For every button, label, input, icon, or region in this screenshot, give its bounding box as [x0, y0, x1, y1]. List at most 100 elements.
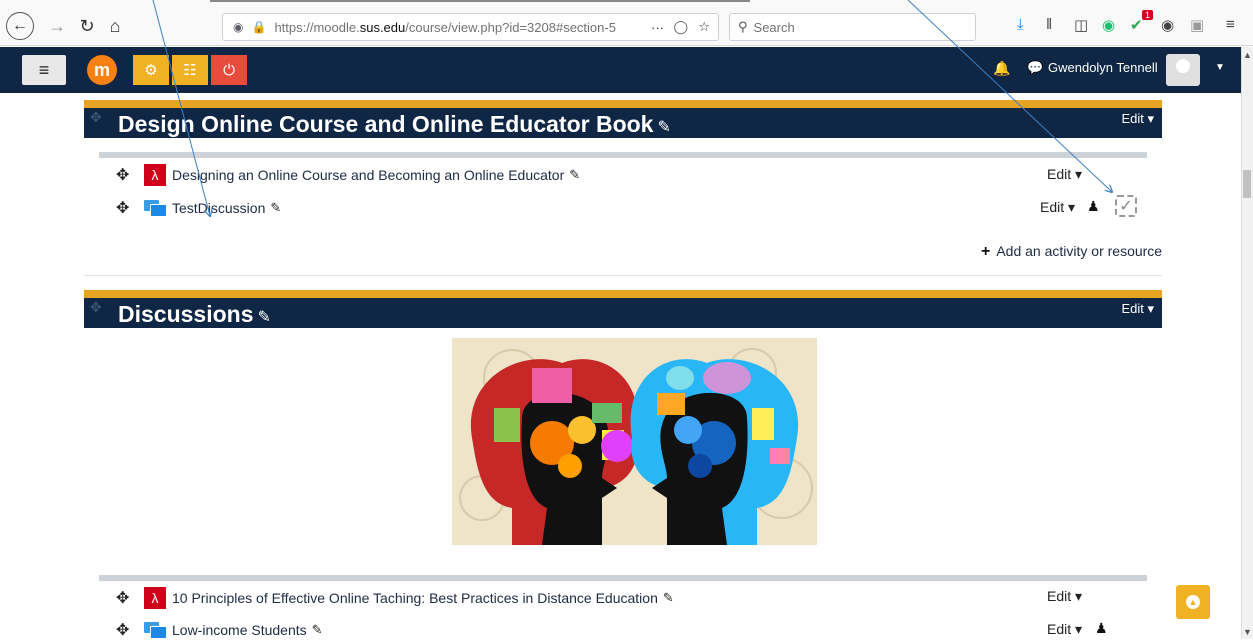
drag-handle-icon[interactable]: ✥ [90, 299, 102, 316]
edit-title-pencil-icon[interactable]: ✎ [657, 119, 670, 136]
power-icon: ⏻ [223, 61, 235, 79]
logout-button[interactable]: ⏻ [211, 55, 247, 85]
grammarly-icon[interactable]: ◉ [1102, 16, 1115, 34]
drag-handle-icon[interactable]: ✥ [90, 109, 102, 126]
url-domain: sus.edu [359, 19, 406, 35]
section-edit-menu[interactable]: Edit ▾ [1121, 301, 1154, 317]
section-title-text: Discussions [118, 301, 254, 327]
sidebar-icon[interactable]: ◫ [1074, 16, 1088, 34]
user-name[interactable]: Gwendolyn Tennell [1048, 60, 1158, 75]
activity-edit-menu[interactable]: Edit ▾ [1040, 199, 1075, 216]
page-scrollbar[interactable] [1241, 47, 1253, 639]
move-icon[interactable]: ✥ [116, 588, 136, 608]
download-icon[interactable]: ⤓ [1017, 16, 1024, 33]
activity-link[interactable]: 10 Principles of Effective Online Tachin… [172, 590, 658, 606]
edit-title-pencil-icon[interactable]: ✎ [569, 167, 580, 183]
caret-down-icon: ▾ [1147, 111, 1154, 126]
scrollbar-thumb[interactable] [1243, 170, 1251, 198]
avatar[interactable] [1166, 54, 1200, 86]
move-icon[interactable]: ✥ [116, 620, 136, 640]
edit-title-pencil-icon[interactable]: ✎ [663, 590, 674, 606]
user-menu-caret-icon[interactable]: ▼ [1215, 62, 1225, 73]
caret-down-icon: ▾ [1147, 301, 1154, 316]
move-icon[interactable]: ✥ [116, 165, 136, 185]
chevron-up-icon: ▲ [1186, 595, 1200, 609]
url-prefix: https://moodle. [274, 19, 360, 35]
move-icon[interactable]: ✥ [116, 198, 136, 218]
moodle-logo[interactable]: m [87, 55, 117, 85]
sitemap-icon: ☷ [183, 62, 197, 79]
group-mode-icon[interactable]: ♟ [1087, 198, 1100, 215]
edit-title-pencil-icon[interactable]: ✎ [270, 200, 281, 216]
account-icon[interactable]: ◉ [1161, 16, 1174, 34]
section-divider-bar [99, 575, 1147, 581]
add-activity-label: Add an activity or resource [996, 243, 1163, 259]
plus-icon: + [981, 243, 991, 260]
gears-icon: ⚙ [144, 62, 158, 79]
url-path: /course/view.php?id=3208#section-5 [405, 19, 616, 35]
activity-edit-label: Edit [1047, 166, 1072, 182]
section-edit-menu[interactable]: Edit ▾ [1121, 111, 1154, 127]
tab-strip [210, 0, 750, 6]
activity-row: ✥ λ 10 Principles of Effective Online Ta… [116, 586, 674, 610]
back-button[interactable]: ← [6, 12, 34, 40]
extension-icon[interactable]: ▣ [1190, 16, 1204, 34]
edit-title-pencil-icon[interactable]: ✎ [258, 309, 271, 326]
extension-check-icon[interactable]: ✔ [1130, 16, 1143, 34]
section-header: ✥ Discussions ✎ Edit ▾ [84, 290, 1162, 328]
drawer-toggle-button[interactable]: ≡ [22, 55, 66, 85]
url-text: https://moodle.sus.edu/course/view.php?i… [274, 20, 616, 35]
add-activity-button[interactable]: + Add an activity or resource [981, 243, 1162, 261]
search-icon: ⚲ [738, 19, 748, 34]
forum-icon [144, 198, 167, 218]
admin-tools-button[interactable]: ⚙ [133, 55, 169, 85]
activity-link[interactable]: Low-income Students [172, 622, 307, 638]
activity-edit-label: Edit [1040, 199, 1065, 215]
notifications-bell-icon[interactable]: 🔔 [993, 60, 1010, 77]
scroll-up-icon[interactable]: ▲ [1243, 50, 1252, 60]
address-bar[interactable]: ◉ 🔒 https://moodle.sus.edu/course/view.p… [222, 13, 719, 41]
messages-icon[interactable]: 💬 [1027, 60, 1043, 76]
section-edit-label: Edit [1121, 301, 1144, 316]
shield-icon[interactable]: ◉ [233, 20, 243, 34]
group-mode-icon[interactable]: ♟ [1095, 620, 1108, 637]
activity-row: ✥ Low-income Students ✎ [116, 618, 323, 642]
pocket-icon[interactable]: ◯ [673, 19, 688, 35]
library-icon[interactable]: ‖ [1046, 16, 1052, 33]
lock-icon[interactable]: 🔒 [251, 20, 266, 34]
pdf-icon: λ [144, 164, 166, 186]
search-placeholder: Search [753, 19, 795, 35]
activity-edit-menu[interactable]: Edit ▾ [1047, 166, 1082, 183]
logo-letter: m [93, 59, 110, 80]
extension-badge: 1 [1142, 10, 1154, 20]
reload-button[interactable]: ↻ [74, 13, 100, 39]
pdf-icon: λ [144, 587, 166, 609]
activity-row: ✥ TestDiscussion ✎ [116, 196, 281, 220]
browser-toolbar: ← → ↻ ⌂ ◉ 🔒 https://moodle.sus.edu/cours… [0, 0, 1253, 46]
sitemap-button[interactable]: ☷ [172, 55, 208, 85]
home-button[interactable]: ⌂ [102, 13, 128, 39]
edit-title-pencil-icon[interactable]: ✎ [312, 622, 323, 638]
activity-edit-menu[interactable]: Edit ▾ [1047, 621, 1082, 638]
completion-checkbox-icon[interactable]: ✓ [1115, 195, 1137, 217]
section-summary-image [452, 338, 817, 545]
section-edit-label: Edit [1121, 111, 1144, 126]
activity-link[interactable]: Designing an Online Course and Becoming … [172, 167, 564, 183]
scroll-down-icon[interactable]: ▼ [1243, 627, 1252, 637]
forward-button[interactable]: → [44, 13, 70, 39]
activity-edit-menu[interactable]: Edit ▾ [1047, 588, 1082, 605]
bookmark-star-icon[interactable]: ☆ [698, 19, 710, 35]
page-actions-menu[interactable]: ··· [651, 20, 664, 35]
back-to-top-button[interactable]: ▲ [1176, 585, 1210, 619]
section-title: Design Online Course and Online Educator… [118, 111, 671, 138]
section-separator [84, 275, 1162, 276]
activity-row: ✥ λ Designing an Online Course and Becom… [116, 163, 580, 187]
search-input[interactable]: ⚲ Search [729, 13, 976, 41]
section-title-text: Design Online Course and Online Educator… [118, 111, 654, 137]
menu-icon[interactable]: ≡ [1226, 16, 1235, 33]
activity-link[interactable]: TestDiscussion [172, 200, 265, 216]
forum-icon [144, 620, 167, 640]
section-title: Discussions ✎ [118, 301, 271, 328]
activity-edit-label: Edit [1047, 588, 1072, 604]
section-divider-bar [99, 152, 1147, 158]
